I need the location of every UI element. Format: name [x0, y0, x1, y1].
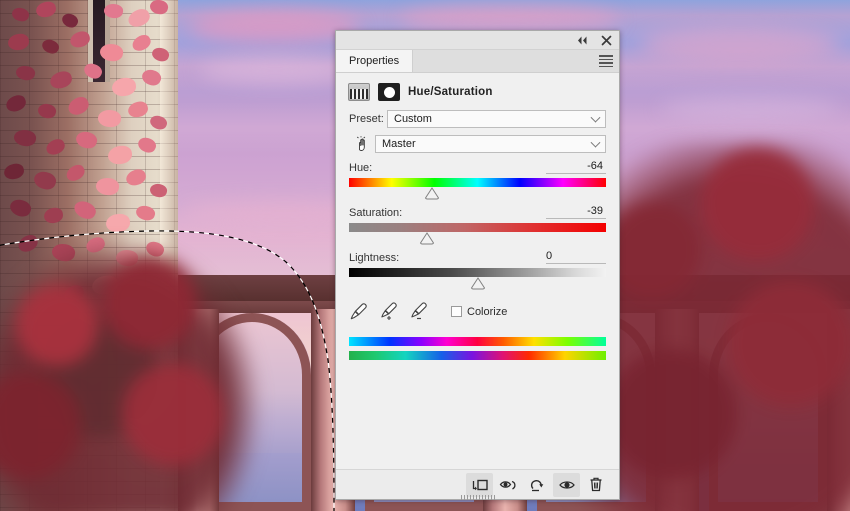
- preset-row: Preset: Custom: [336, 110, 619, 128]
- hue-value-input[interactable]: -64: [546, 160, 606, 174]
- saturation-gradient-track[interactable]: [349, 223, 606, 232]
- cloud: [200, 58, 350, 84]
- saturation-track-wrap[interactable]: [349, 223, 606, 247]
- hue-gradient-track[interactable]: [349, 178, 606, 187]
- colorize-checkbox-row[interactable]: Colorize: [451, 306, 507, 318]
- panel-footer-toolbar: [336, 469, 619, 500]
- channel-row: Master: [336, 135, 619, 153]
- toggle-layer-visibility-eye-icon: [558, 480, 575, 489]
- collapse-to-icons-button[interactable]: [576, 34, 589, 47]
- colorize-checkbox[interactable]: [451, 306, 462, 317]
- lightness-gradient-track[interactable]: [349, 268, 606, 277]
- tab-properties-label: Properties: [349, 55, 400, 67]
- color-range-bars: [336, 321, 619, 360]
- panel-titlebar[interactable]: [336, 31, 619, 50]
- colorize-label: Colorize: [467, 305, 508, 318]
- lightness-slider-group: Lightness: 0: [336, 250, 619, 292]
- adjustment-header: Hue/Saturation: [336, 73, 619, 110]
- foreground-tree-left: [0, 241, 260, 511]
- hue-label: Hue:: [349, 162, 373, 174]
- tab-properties[interactable]: Properties: [336, 50, 414, 72]
- on-image-adjustment-hand-icon[interactable]: [349, 135, 375, 153]
- saturation-value-input[interactable]: -39: [546, 205, 606, 219]
- lightness-label: Lightness:: [349, 252, 400, 264]
- hamburger-line: [599, 62, 613, 64]
- result-color-range-bar[interactable]: [349, 351, 606, 360]
- reset-button[interactable]: [524, 473, 551, 497]
- eyedropper-icon[interactable]: [349, 302, 368, 321]
- hamburger-line: [599, 55, 613, 57]
- clip-to-layer-icon: [472, 479, 488, 490]
- view-previous-state-button[interactable]: [495, 473, 522, 497]
- preset-dropdown[interactable]: Custom: [387, 110, 606, 128]
- close-x-icon: [601, 35, 612, 45]
- cloud: [660, 96, 840, 120]
- eyedropper-add-icon[interactable]: [379, 302, 398, 321]
- chevron-down-icon: [590, 137, 601, 148]
- layer-mask-thumbnail-icon[interactable]: [378, 83, 400, 101]
- chevron-down-icon: [590, 112, 601, 123]
- close-panel-button[interactable]: [600, 34, 613, 47]
- saturation-slider-thumb[interactable]: [419, 232, 436, 245]
- preset-label: Preset:: [349, 113, 384, 125]
- eyedropper-tools-row: Colorize: [336, 292, 619, 321]
- resize-grip[interactable]: [460, 495, 495, 500]
- double-chevron-left-icon: [578, 36, 587, 44]
- cloud: [640, 28, 840, 60]
- saturation-label: Saturation:: [349, 207, 403, 219]
- source-color-range-bar[interactable]: [349, 337, 606, 346]
- reset-arrow-icon: [530, 479, 543, 491]
- view-previous-state-eye-icon: [499, 480, 516, 490]
- hue-slider-group: Hue: -64: [336, 160, 619, 202]
- adjustment-layer-thumbnail-icon[interactable]: [348, 83, 370, 101]
- adjustment-title: Hue/Saturation: [408, 86, 493, 98]
- panel-tab-strip[interactable]: Properties: [336, 50, 619, 73]
- hamburger-line: [599, 58, 613, 60]
- hue-track-wrap[interactable]: [349, 178, 606, 202]
- properties-panel[interactable]: Properties Hue/Saturation Preset: Custom: [335, 30, 620, 500]
- panel-menu-button[interactable]: [599, 55, 613, 67]
- lightness-slider-thumb[interactable]: [469, 277, 486, 290]
- delete-adjustment-button[interactable]: [582, 473, 609, 497]
- toggle-layer-visibility-button[interactable]: [553, 472, 580, 497]
- saturation-slider-group: Saturation: -39: [336, 205, 619, 247]
- trash-delete-icon: [590, 477, 601, 492]
- properties-panel-body: Hue/Saturation Preset: Custom Master Hue…: [336, 73, 619, 469]
- eyedropper-subtract-icon[interactable]: [409, 302, 428, 321]
- hue-slider-thumb[interactable]: [423, 187, 440, 200]
- lightness-value-input[interactable]: 0: [546, 250, 606, 264]
- lightness-track-wrap[interactable]: [349, 268, 606, 292]
- clip-to-layer-button[interactable]: [466, 472, 493, 497]
- channel-dropdown[interactable]: Master: [375, 135, 606, 153]
- preset-value: Custom: [394, 113, 432, 125]
- channel-value: Master: [382, 138, 416, 150]
- hamburger-line: [599, 65, 613, 67]
